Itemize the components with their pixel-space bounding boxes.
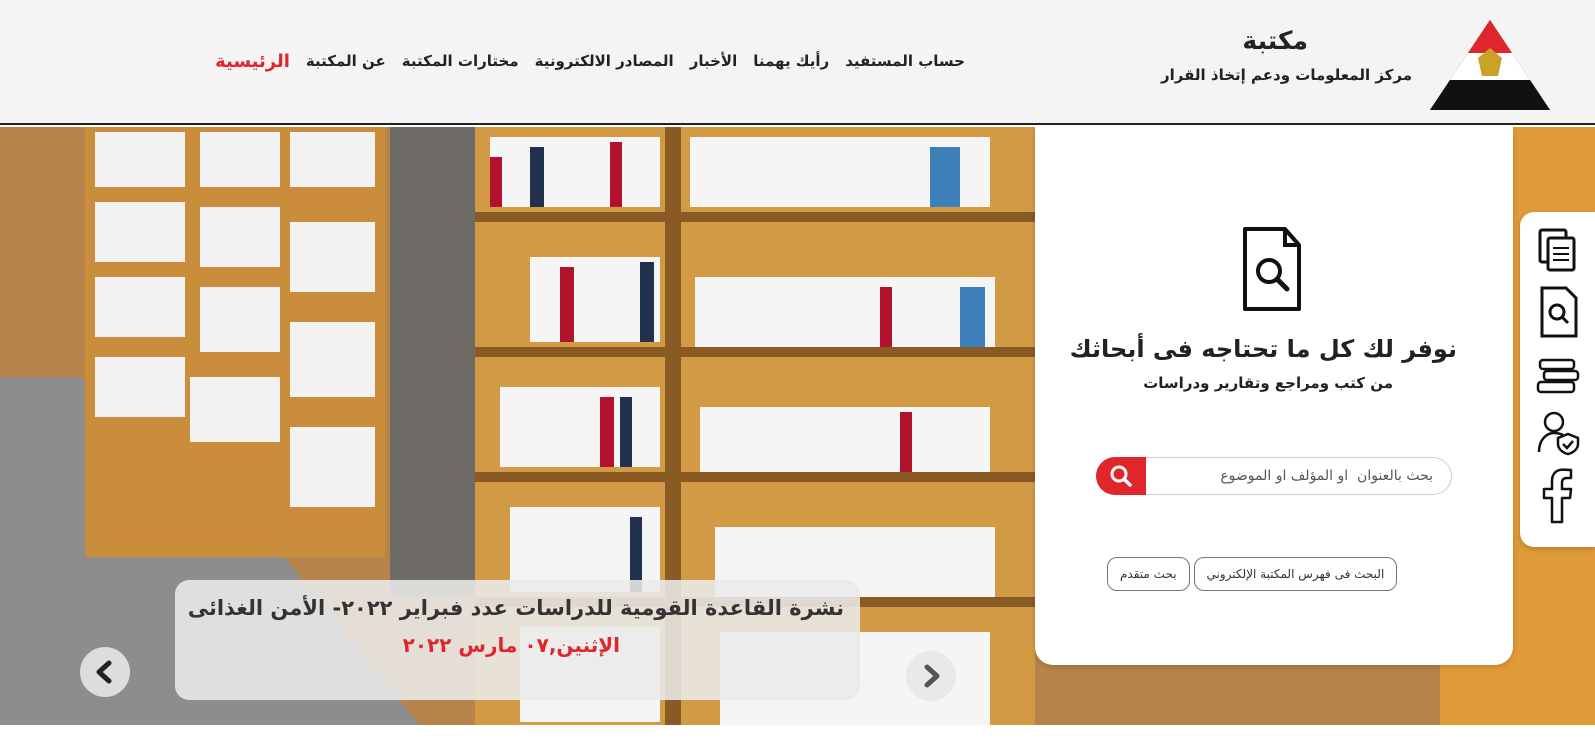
document-search-icon[interactable] [1536, 284, 1580, 338]
nav-home[interactable]: الرئيسية [215, 51, 290, 72]
nav-account[interactable]: حساب المستفيد [845, 52, 965, 70]
nav-news[interactable]: الأخبار [690, 52, 738, 70]
slider-prev-button[interactable] [80, 647, 130, 697]
document-search-icon [1239, 223, 1305, 315]
slide-caption[interactable]: نشرة القاعدة القومية للدراسات عدد فبراير… [175, 580, 860, 700]
facebook-icon[interactable] [1536, 468, 1580, 524]
search-input[interactable] [1149, 458, 1445, 494]
search-box [1096, 457, 1452, 495]
slider-next-button[interactable] [906, 651, 956, 701]
slide-title[interactable]: نشرة القاعدة القومية للدراسات عدد فبراير… [188, 596, 844, 620]
panel-subheading: من كتب ومراجع وتقارير ودراسات [1143, 374, 1393, 392]
documents-icon[interactable] [1536, 226, 1580, 274]
chevron-right-icon [924, 664, 940, 688]
nav-about[interactable]: عن المكتبة [306, 52, 386, 70]
user-shield-icon[interactable] [1536, 408, 1580, 456]
chevron-left-icon [96, 660, 112, 684]
main-nav: الرئيسية عن المكتبة مختارات المكتبة المص… [215, 48, 965, 74]
side-toolbar [1520, 212, 1595, 547]
logo-subtitle: مركز المعلومات ودعم إتخاذ القرار [1160, 66, 1412, 84]
search-icon [1110, 465, 1132, 487]
site-header: مكتبة مركز المعلومات ودعم إتخاذ القرار ا… [0, 0, 1595, 125]
panel-heading: نوفر لك كل ما تحتاجه فى أبحاثك [1069, 335, 1457, 363]
logo-emblem[interactable] [1420, 18, 1560, 114]
slide-date: الإثنين,٠٧ مارس ٢٠٢٢ [402, 633, 620, 657]
nav-selections[interactable]: مختارات المكتبة [402, 52, 519, 70]
search-button[interactable] [1096, 457, 1146, 495]
advanced-search-button[interactable]: بحث متقدم [1107, 557, 1190, 591]
nav-e-resources[interactable]: المصادر الالكترونية [535, 52, 674, 70]
nav-feedback[interactable]: رأيك يهمنا [753, 52, 829, 70]
catalog-search-button[interactable]: البحث فى فهرس المكتبة الإلكتروني [1193, 557, 1398, 591]
search-panel: نوفر لك كل ما تحتاجه فى أبحاثك من كتب وم… [1035, 127, 1513, 665]
search-actions: بحث متقدم البحث فى فهرس المكتبة الإلكترو… [1107, 557, 1398, 591]
books-icon[interactable] [1536, 354, 1580, 402]
page-content-start [0, 725, 1595, 753]
logo-title: مكتبة [1242, 26, 1308, 55]
